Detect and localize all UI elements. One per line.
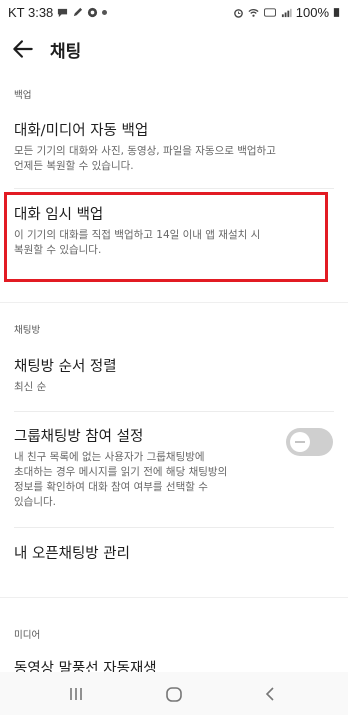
group-join-desc-line: 내 친구 목록에 없는 사용자가 그룹채팅방에 (14, 451, 205, 463)
section-header-backup: 백업 (14, 90, 32, 101)
group-join-item[interactable]: 그룹채팅방 참여 설정 내 친구 목록에 없는 사용자가 그룹채팅방에 초대하는… (14, 428, 276, 510)
sort-order-item[interactable]: 채팅방 순서 정렬 최신 순 (14, 358, 334, 395)
auto-backup-desc-line: 모든 기기의 대화와 사진, 동영상, 파일을 자동으로 백업하고 (14, 145, 276, 157)
autoplay-item[interactable]: 동영상 말풍선 자동재생 (14, 660, 334, 672)
hd-icon (263, 8, 276, 17)
dot-icon (102, 10, 108, 15)
section-divider (0, 302, 348, 303)
status-bar-left: KT 3:38 (8, 5, 108, 20)
autoplay-title: 동영상 말풍선 자동재생 (14, 661, 157, 672)
back-arrow-icon[interactable] (10, 36, 36, 62)
sort-order-title: 채팅방 순서 정렬 (14, 359, 117, 375)
auto-backup-desc-line: 언제든 복원할 수 있습니다. (14, 160, 134, 172)
open-chat-item[interactable]: 내 오픈채팅방 관리 (14, 545, 334, 563)
auto-backup-desc: 모든 기기의 대화와 사진, 동영상, 파일을 자동으로 백업하고 언제든 복원… (14, 144, 334, 174)
section-divider (0, 597, 348, 598)
divider (14, 411, 334, 412)
page-title: 채팅 (50, 42, 82, 62)
group-join-desc-line: 정보를 확인하여 대화 참여 여부를 선택할 수 (14, 481, 208, 493)
back-icon[interactable] (259, 682, 283, 706)
divider (14, 188, 334, 189)
group-join-desc-line: 있습니다. (14, 496, 56, 508)
recent-apps-icon[interactable] (64, 682, 88, 706)
group-join-title: 그룹채팅방 참여 설정 (14, 429, 144, 445)
status-bar: KT 3:38 100% (0, 0, 348, 24)
edit-icon (74, 7, 83, 17)
wifi-icon (248, 9, 259, 17)
battery-text: 100% (295, 5, 329, 20)
group-join-desc: 내 친구 목록에 없는 사용자가 그룹채팅방에 초대하는 경우 메시지를 읽기 … (14, 450, 276, 510)
section-header-chatroom: 채팅방 (14, 325, 41, 336)
divider (14, 527, 334, 528)
section-header-media: 미디어 (14, 630, 41, 641)
recording-icon (88, 7, 98, 18)
system-nav-bar (0, 672, 348, 715)
highlight-box (4, 192, 328, 282)
toggle-knob (290, 432, 310, 452)
group-join-toggle[interactable] (286, 428, 333, 456)
status-bar-right: 100% (233, 5, 340, 20)
toggle-off-mark (295, 441, 305, 443)
auto-backup-title: 대화/미디어 자동 백업 (14, 123, 149, 139)
open-chat-title: 내 오픈채팅방 관리 (14, 546, 130, 562)
app-bar: 채팅 (0, 24, 348, 72)
chat-bubble-icon (58, 8, 68, 18)
battery-icon (333, 8, 340, 17)
signal-icon (281, 8, 292, 18)
sort-order-value: 최신 순 (14, 381, 47, 393)
auto-backup-item[interactable]: 대화/미디어 자동 백업 모든 기기의 대화와 사진, 동영상, 파일을 자동으… (14, 122, 334, 174)
alarm-icon (233, 9, 243, 18)
group-join-desc-line: 초대하는 경우 메시지를 읽기 전에 해당 채팅방의 (14, 466, 228, 478)
home-icon[interactable] (162, 682, 186, 706)
carrier-time: KT 3:38 (8, 5, 54, 20)
